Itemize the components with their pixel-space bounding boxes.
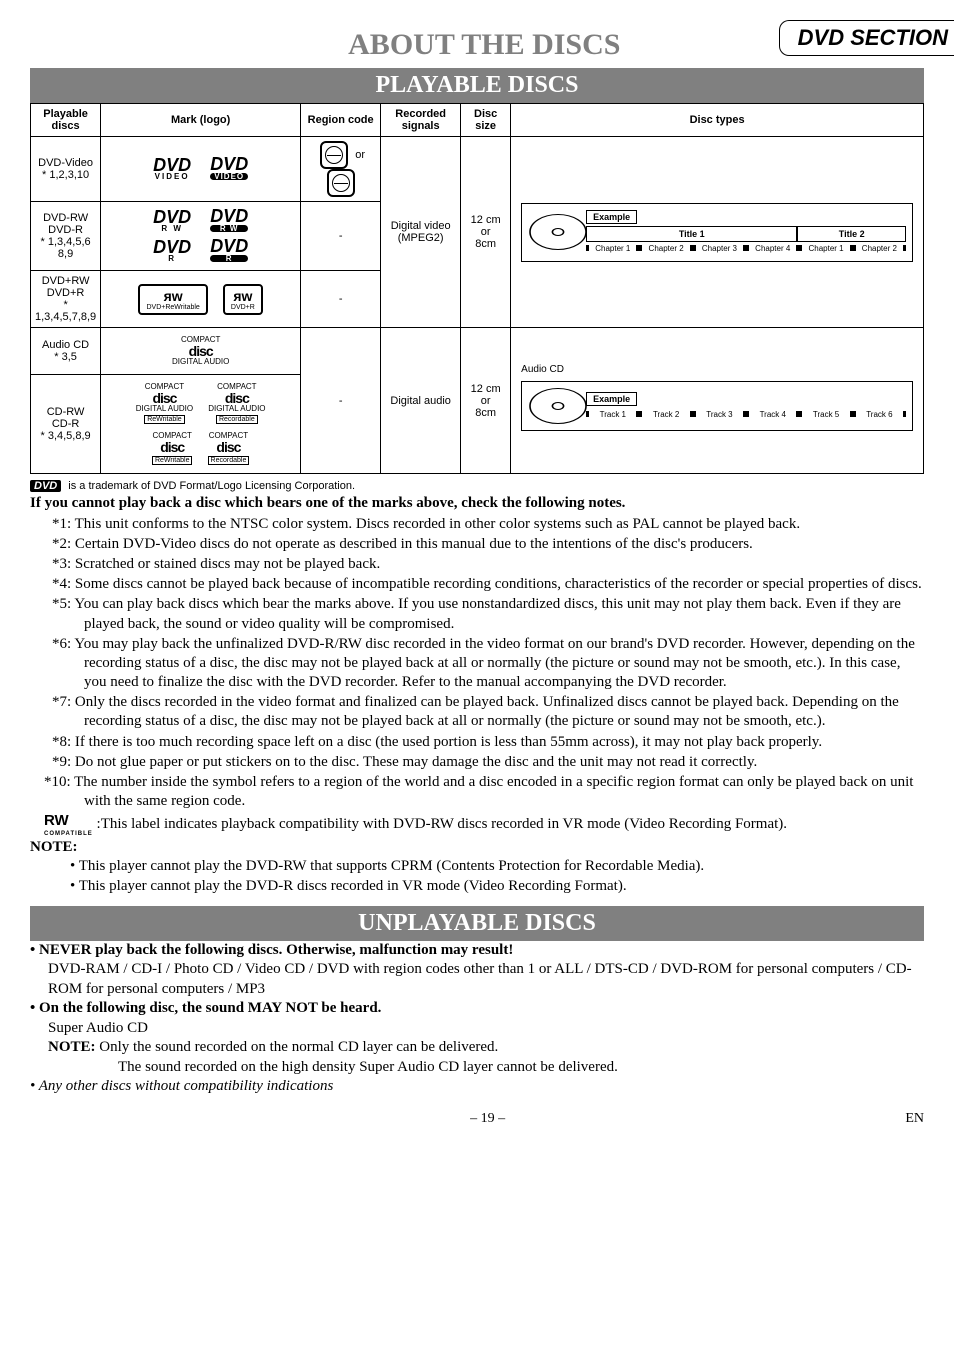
page-lang: EN [905, 1111, 924, 1127]
col-recorded: Recorded signals [381, 104, 461, 137]
cell-size2: 12 cm or 8cm [461, 328, 511, 474]
unplayable-b3: • Any other discs without compatibility … [30, 1077, 924, 1097]
cd-rw-logo-icon: COMPACT disc DIGITAL AUDIO ReWritable [136, 383, 193, 424]
cell-logo: ᴙwDVD+ReWritable ᴙwDVD+R [101, 271, 301, 328]
dvd-structure-diagram: Example Title 1 Title 2 Chapter 1 Chapte… [521, 203, 913, 262]
notes-lead: If you cannot play back a disc which bea… [30, 494, 924, 513]
col-size: Disc size [461, 104, 511, 137]
rw-compatible-icon: RW COMPATIBLE [44, 811, 93, 838]
cell-size1: 12 cm or 8cm [461, 137, 511, 328]
note-bullet-1: • This player cannot play the DVD-RW tha… [30, 857, 924, 876]
row-audio-cd: Audio CD * 3,5 COMPACT disc DIGITAL AUDI… [31, 328, 924, 375]
section-tag-text: DVD SECTION [798, 25, 948, 50]
note-10: *10: The number inside the symbol refers… [30, 773, 924, 811]
cell-types-cd: Audio CD Example Track 1 Track 2 Track 3… [511, 328, 924, 474]
row-dvd-video: DVD-Video * 1,2,3,10 DVD VIDEO DVD VIDEO… [31, 137, 924, 202]
note-1: *1: This unit conforms to the NTSC color… [30, 515, 924, 534]
note-rw-compat: RW COMPATIBLE :This label indicates play… [30, 811, 924, 838]
cell-name: DVD+RW DVD+R * 1,3,4,5,7,8,9 [31, 271, 101, 328]
dvd-video-logo-pill-icon: DVD VIDEO [210, 158, 248, 180]
region-code-icon [320, 141, 348, 169]
unplayable-b2: • On the following disc, the sound MAY N… [30, 999, 924, 1077]
section-tag: DVD SECTION [779, 20, 954, 56]
dvd-rw-logo-pill-icon: DVDR W [210, 210, 248, 232]
cell-logo: COMPACT disc DIGITAL AUDIO [101, 328, 301, 375]
dvd-video-logo-icon: DVD VIDEO [153, 159, 191, 179]
page-footer: – 19 – EN [30, 1111, 924, 1127]
col-types: Disc types [511, 104, 924, 137]
table-header-row: Playable discs Mark (logo) Region code R… [31, 104, 924, 137]
cell-logo: DVD VIDEO DVD VIDEO [101, 137, 301, 202]
cell-region: - [301, 202, 381, 271]
cd-r-logo2-icon: COMPACT disc Recordable [208, 432, 250, 465]
col-region: Region code [301, 104, 381, 137]
cell-logo: COMPACT disc DIGITAL AUDIO ReWritable CO… [101, 375, 301, 474]
cell-logo: DVDR W DVDR W DVDR DVDR [101, 202, 301, 271]
page-number: – 19 – [70, 1111, 905, 1127]
dvd-r-logo-icon: DVDR [153, 241, 191, 261]
main-title: ABOUT THE DISCS [30, 28, 779, 62]
playable-discs-band: PLAYABLE DISCS [30, 68, 924, 103]
compact-disc-logo-icon: COMPACT disc DIGITAL AUDIO [172, 336, 229, 366]
note-9: *9: Do not glue paper or put stickers on… [30, 753, 924, 772]
unplayable-b1: • NEVER play back the following discs. O… [30, 941, 924, 1000]
cell-name: DVD-Video * 1,2,3,10 [31, 137, 101, 202]
cell-name: Audio CD * 3,5 [31, 328, 101, 375]
dvd-rw-logo-icon: DVDR W [153, 211, 191, 231]
note-2: *2: Certain DVD-Video discs do not opera… [30, 535, 924, 554]
note-7: *7: Only the discs recorded in the video… [30, 693, 924, 731]
note-bullet-2: • This player cannot play the DVD-R disc… [30, 877, 924, 896]
note-3: *3: Scratched or stained discs may not b… [30, 555, 924, 574]
dvd-trademark-icon: DVD [30, 480, 61, 492]
playable-discs-table: Playable discs Mark (logo) Region code R… [30, 103, 924, 474]
col-playable: Playable discs [31, 104, 101, 137]
note-6: *6: You may play back the unfinalized DV… [30, 635, 924, 693]
unplayable-discs-band: UNPLAYABLE DISCS [30, 906, 924, 941]
cell-recorded-video: Digital video (MPEG2) [381, 137, 461, 328]
dvd-plus-r-logo-icon: ᴙwDVD+R [223, 284, 263, 315]
note-4: *4: Some discs cannot be played back bec… [30, 575, 924, 594]
cell-region: - [301, 328, 381, 474]
notes-section: If you cannot play back a disc which bea… [30, 494, 924, 895]
page-header: ABOUT THE DISCS DVD SECTION [30, 20, 924, 62]
cd-rw-logo2-icon: COMPACT disc ReWritable [152, 432, 193, 465]
unplayable-section: • NEVER play back the following discs. O… [30, 941, 924, 1097]
note-label: NOTE: [30, 838, 924, 857]
cell-recorded-audio: Digital audio [381, 328, 461, 474]
cell-name: DVD-RW DVD-R * 1,3,4,5,6 8,9 [31, 202, 101, 271]
cd-r-logo-icon: COMPACT disc DIGITAL AUDIO Recordable [208, 383, 265, 424]
note-5: *5: You can play back discs which bear t… [30, 595, 924, 633]
disc-icon [529, 214, 587, 250]
dvd-plus-rw-logo-icon: ᴙwDVD+ReWritable [138, 284, 207, 315]
cell-name: CD-RW CD-R * 3,4,5,8,9 [31, 375, 101, 474]
col-mark: Mark (logo) [101, 104, 301, 137]
disc-icon [529, 388, 587, 424]
trademark-line: DVD is a trademark of DVD Format/Logo Li… [30, 480, 924, 492]
dvd-r-logo-pill-icon: DVDR [210, 240, 248, 262]
note-8: *8: If there is too much recording space… [30, 733, 924, 752]
region-code-all-icon [327, 169, 355, 197]
cell-region: or [301, 137, 381, 202]
cell-types-dvd: Example Title 1 Title 2 Chapter 1 Chapte… [511, 137, 924, 328]
cd-structure-diagram: Example Track 1 Track 2 Track 3 Track 4 … [521, 381, 913, 431]
cell-region: - [301, 271, 381, 328]
